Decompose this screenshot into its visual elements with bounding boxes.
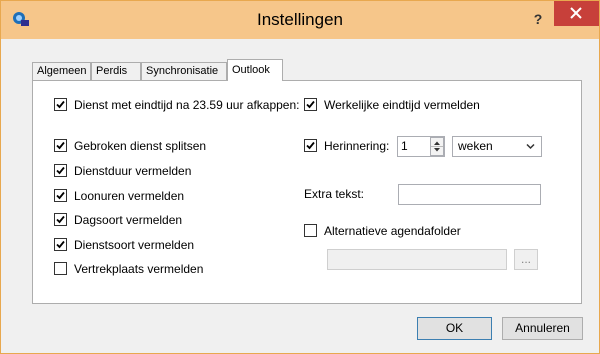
reminder-spinner[interactable] (430, 137, 444, 156)
checkbox-gebroken-dienst[interactable] (54, 139, 67, 152)
label-werkelijke-eindtijd: Werkelijke eindtijd vermelden (324, 98, 480, 112)
checkbox-alternatieve-agendafolder[interactable] (304, 224, 317, 237)
tab-synchronisatie[interactable]: Synchronisatie (141, 62, 227, 80)
label-dagsoort: Dagsoort vermelden (74, 213, 183, 227)
checkmark-icon (56, 191, 65, 200)
reminder-unit-select[interactable]: weken (452, 136, 542, 157)
checkbox-werkelijke-eindtijd[interactable] (304, 98, 317, 111)
label-alternatieve-agendafolder: Alternatieve agendafolder (324, 224, 461, 238)
label-herinnering: Herinnering: (324, 139, 390, 153)
checkbox-dagsoort[interactable] (54, 213, 67, 226)
label-dienstduur: Dienstduur vermelden (74, 164, 192, 178)
help-button[interactable]: ? (528, 9, 548, 29)
reminder-unit-value: weken (458, 139, 493, 153)
checkbox-dienstduur[interactable] (54, 164, 67, 177)
checkmark-icon (56, 240, 65, 249)
checkmark-icon (56, 100, 65, 109)
tab-outlook[interactable]: Outlook (227, 59, 283, 81)
checkmark-icon (306, 100, 315, 109)
checkbox-afkappen[interactable] (54, 98, 67, 111)
label-afkappen: Dienst met eindtijd na 23.59 uur afkappe… (74, 98, 300, 112)
checkmark-icon (56, 141, 65, 150)
title-bar: Instellingen ? (1, 1, 599, 39)
label-vertrekplaats: Vertrekplaats vermelden (74, 262, 204, 276)
checkbox-herinnering[interactable] (304, 139, 317, 152)
ok-button[interactable]: OK (417, 317, 492, 340)
cancel-button[interactable]: Annuleren (502, 317, 583, 340)
checkbox-dienstsoort[interactable] (54, 238, 67, 251)
label-loonuren: Loonuren vermelden (74, 189, 185, 203)
chevron-down-icon (526, 143, 535, 150)
close-icon (570, 7, 582, 19)
checkbox-vertrekplaats[interactable] (54, 262, 67, 275)
settings-dialog: Instellingen ? Algemeen Perdis Synchroni… (0, 0, 600, 354)
checkbox-loonuren[interactable] (54, 189, 67, 202)
checkmark-icon (306, 141, 315, 150)
agendafolder-input[interactable] (327, 249, 507, 270)
extra-text-input[interactable] (398, 184, 541, 205)
tab-algemeen[interactable]: Algemeen (32, 62, 91, 80)
label-dienstsoort: Dienstsoort vermelden (74, 238, 195, 252)
window-title: Instellingen (256, 10, 343, 29)
label-gebroken-dienst: Gebroken dienst splitsen (74, 139, 207, 153)
checkmark-icon (56, 166, 65, 175)
close-button[interactable] (554, 1, 599, 26)
spin-arrows-icon (431, 141, 443, 152)
browse-folder-button[interactable]: ... (514, 249, 538, 270)
label-extra-tekst: Extra tekst: (304, 187, 365, 201)
tab-perdis[interactable]: Perdis (91, 62, 141, 80)
checkmark-icon (56, 215, 65, 224)
